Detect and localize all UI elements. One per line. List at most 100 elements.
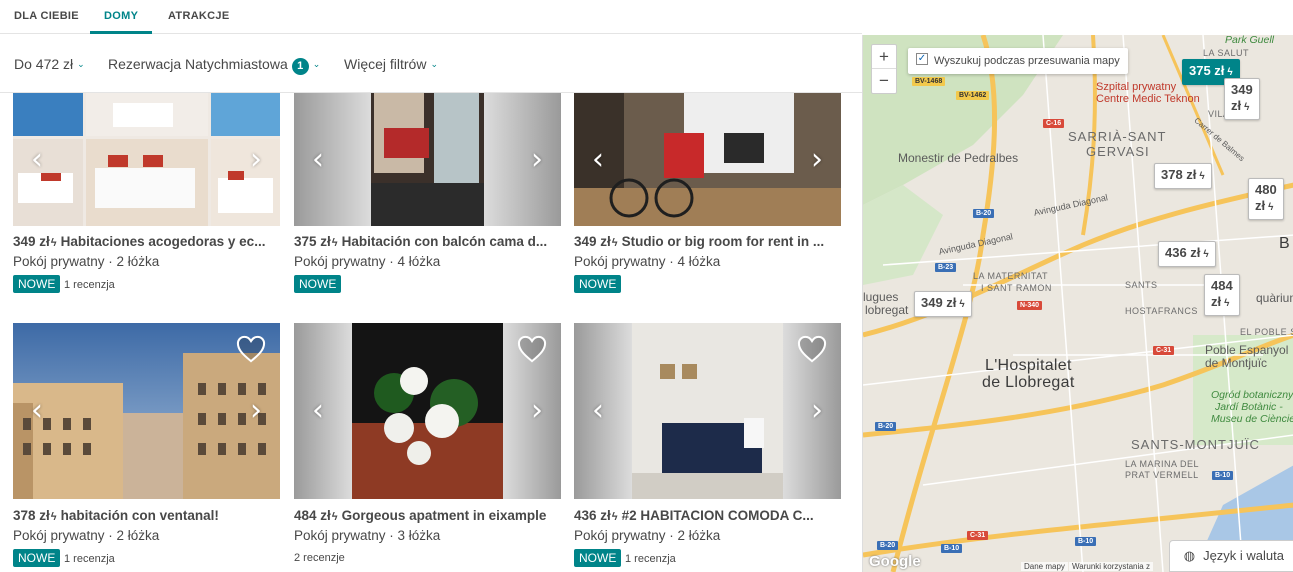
listing-room-type: Pokój prywatny · 4 łóżka [574, 254, 721, 269]
listing-card[interactable]: ‹ › 349 złϟ Studio or big room for rent i… [574, 93, 841, 293]
listing-room-type: Pokój prywatny · 2 łóżka [13, 254, 160, 269]
listing-name: habitación con ventanal! [60, 508, 219, 523]
next-photo-arrow-icon[interactable]: › [250, 144, 262, 175]
price-filter-button[interactable]: Do 472 zł ⌄ [14, 56, 85, 72]
map-price-pin[interactable]: 349 zł ϟ [914, 291, 972, 317]
park-label: Museu de Ciències [1211, 413, 1293, 425]
district-label: LA MATERNITAT [973, 271, 1049, 281]
map-price-pin[interactable]: 378 zł ϟ [1154, 163, 1212, 189]
listing-card[interactable]: ‹ › 349 złϟ Habitaciones acogedoras y ec.… [13, 93, 280, 293]
next-photo-arrow-icon[interactable]: › [531, 144, 543, 175]
listing-title[interactable]: 436 złϟ #2 HABITACION COMODA C... [574, 508, 841, 523]
listing-photo[interactable]: ‹ › [574, 323, 841, 499]
listing-photo[interactable]: ‹ › [574, 93, 841, 226]
map-price-pin[interactable]: 480 zł ϟ [1248, 178, 1284, 220]
road-number: C-31 [967, 531, 989, 540]
map-panel[interactable]: + − ✓ Wyszukuj podczas przesuwania mapy B… [862, 35, 1293, 572]
next-photo-arrow-icon[interactable]: › [811, 396, 823, 426]
instant-book-bolt-icon: ϟ [331, 511, 338, 523]
map-price-pin[interactable]: 484 zł ϟ [1204, 274, 1240, 316]
tab-homes[interactable]: DOMY [104, 10, 138, 22]
listing-card[interactable]: ‹ › 484 złϟ Gorgeous apatment in eixample… [294, 323, 561, 564]
next-photo-arrow-icon[interactable]: › [811, 144, 823, 175]
pin-price: 378 zł [1161, 167, 1197, 182]
prev-photo-arrow-icon[interactable]: ‹ [31, 396, 43, 426]
instant-book-bolt-icon: ϟ [1203, 249, 1209, 260]
map-data-link[interactable]: Dane mapy [1021, 562, 1068, 571]
road-number: B-20 [973, 209, 995, 218]
prev-photo-arrow-icon[interactable]: ‹ [592, 144, 604, 175]
globe-icon: ◍ [1183, 548, 1196, 563]
language-currency-label: Język i waluta [1203, 548, 1284, 563]
language-currency-button[interactable]: ◍ Język i waluta [1168, 540, 1293, 572]
listing-price: 349 zł [574, 234, 611, 249]
map-label: Centre Medic Teknon [1096, 93, 1200, 105]
listing-title[interactable]: 484 złϟ Gorgeous apatment in eixample [294, 508, 561, 523]
map-price-pin[interactable]: 436 zł ϟ [1158, 241, 1216, 267]
prev-photo-arrow-icon[interactable]: ‹ [31, 144, 43, 175]
review-count: 2 recenzje [294, 552, 345, 564]
listing-title[interactable]: 378 złϟ habitación con ventanal! [13, 508, 280, 523]
listing-price: 375 zł [294, 234, 331, 249]
heart-save-icon[interactable] [236, 335, 266, 363]
review-count: 1 recenzja [64, 553, 115, 565]
listing-card[interactable]: ‹ › 375 złϟ Habitación con balcón cama d.… [294, 93, 561, 293]
top-tabs: DLA CIEBIE DOMY ATRAKCJE [0, 0, 862, 34]
pin-price: 349 [1231, 82, 1253, 97]
listing-title[interactable]: 349 złϟ Habitaciones acogedoras y ec... [13, 234, 280, 249]
pin-price: 349 zł [921, 295, 957, 310]
heart-save-icon[interactable] [517, 335, 547, 363]
next-photo-arrow-icon[interactable]: › [531, 396, 543, 426]
map-label: Poble Espanyol [1205, 343, 1289, 357]
instant-book-label: Rezerwacja Natychmiastowa [108, 56, 288, 72]
road-number: C-31 [1153, 346, 1175, 355]
chevron-down-icon: ⌄ [312, 59, 321, 69]
district-label: SARRIÀ-SANT [1068, 129, 1167, 144]
heart-save-icon[interactable] [797, 335, 827, 363]
listing-photo[interactable]: ‹ › [13, 323, 280, 499]
more-filters-label: Więcej filtrów [344, 56, 427, 72]
new-badge: NOWE [574, 275, 622, 293]
search-as-map-moves-toggle[interactable]: ✓ Wyszukuj podczas przesuwania mapy [908, 48, 1128, 74]
listing-photo[interactable]: ‹ › [13, 93, 280, 226]
room-photo [574, 93, 841, 226]
chevron-down-icon: ⌄ [430, 59, 439, 69]
listing-name: Habitación con balcón cama d... [341, 234, 548, 249]
listing-price: 349 zł [13, 234, 50, 249]
prev-photo-arrow-icon[interactable]: ‹ [312, 396, 324, 426]
next-photo-arrow-icon[interactable]: › [250, 396, 262, 426]
map-label: Park Guell [1225, 35, 1275, 46]
pin-price: 484 [1211, 278, 1233, 293]
map-label: LA SALUT [1203, 48, 1250, 58]
instant-book-filter-button[interactable]: Rezerwacja Natychmiastowa 1 ⌄ [108, 56, 320, 75]
listing-price: 378 zł [13, 508, 50, 523]
prev-photo-arrow-icon[interactable]: ‹ [592, 396, 604, 426]
tab-experiences[interactable]: ATRAKCJE [168, 10, 229, 22]
zoom-in-button[interactable]: + [872, 45, 896, 69]
listing-photo[interactable]: ‹ › [294, 93, 561, 226]
district-label: PRAT VERMELL [1125, 470, 1199, 480]
filter-bar: Do 472 zł ⌄ Rezerwacja Natychmiastowa 1 ⌄ W… [0, 35, 862, 93]
zoom-out-button[interactable]: − [872, 69, 896, 93]
listing-card[interactable]: ‹ › 436 złϟ #2 HABITACION COMODA C... Pok… [574, 323, 841, 567]
checkbox-checked-icon[interactable]: ✓ [916, 53, 928, 66]
map-terms-link[interactable]: Warunki korzystania z [1069, 562, 1153, 571]
new-badge: NOWE [13, 549, 61, 567]
road-number: B-23 [935, 263, 957, 272]
prev-photo-arrow-icon[interactable]: ‹ [312, 144, 324, 175]
listing-name: Habitaciones acogedoras y ec... [60, 234, 266, 249]
listing-card[interactable]: ‹ › 378 złϟ habitación con ventanal! Pokó… [13, 323, 280, 567]
listing-title[interactable]: 349 złϟ Studio or big room for rent in ..… [574, 234, 841, 249]
pin-currency: zł [1231, 98, 1242, 113]
filter-count-badge: 1 [291, 58, 309, 75]
map-label: de Montjuïc [1205, 356, 1268, 370]
road-number: B-10 [941, 544, 963, 553]
instant-book-bolt-icon: ϟ [50, 237, 57, 249]
listing-photo[interactable]: ‹ › [294, 323, 561, 499]
map-price-pin[interactable]: 349 zł ϟ [1224, 78, 1260, 120]
listing-price: 436 zł [574, 508, 611, 523]
tab-for-you[interactable]: DLA CIEBIE [14, 10, 79, 22]
more-filters-button[interactable]: Więcej filtrów ⌄ [344, 56, 438, 72]
listing-title[interactable]: 375 złϟ Habitación con balcón cama d... [294, 234, 561, 249]
district-label: GERVASI [1086, 144, 1150, 159]
